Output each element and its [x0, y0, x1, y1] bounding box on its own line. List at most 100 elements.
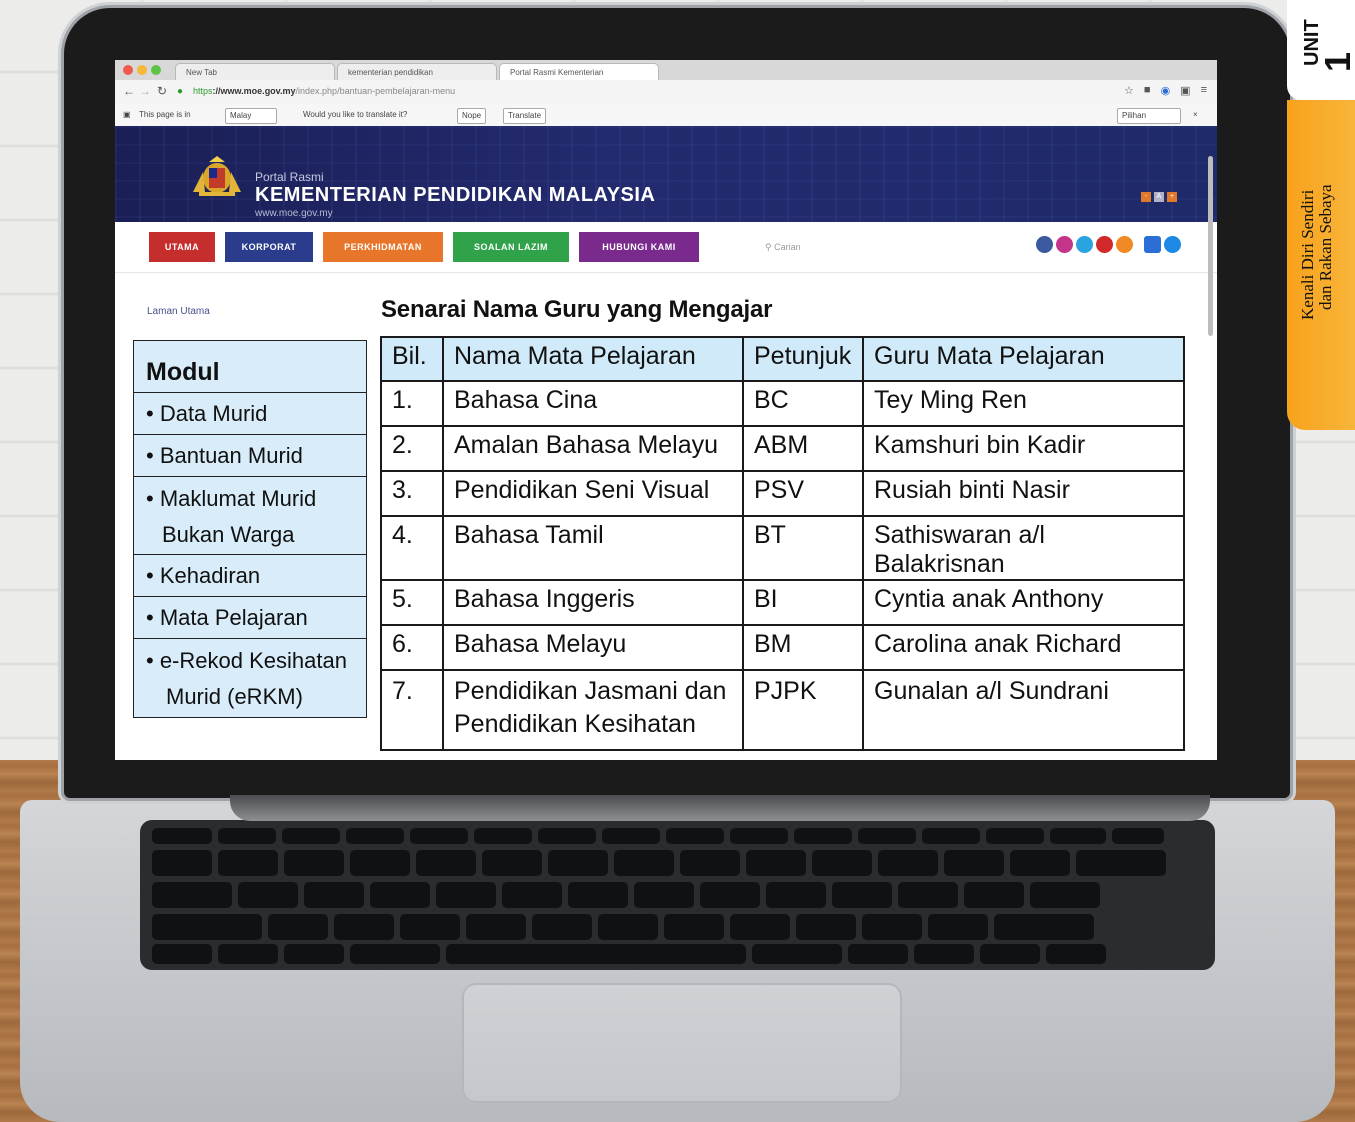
main-nav: UTAMA KORPORAT PERKHIDMATAN SOALAN LAZIM… [115, 222, 1217, 273]
extension-icon[interactable]: ◉ [1161, 84, 1171, 97]
nav-utama[interactable]: UTAMA [149, 232, 215, 262]
cell-subject: Bahasa Inggeris [442, 579, 744, 626]
cell-bil: 1. [380, 380, 444, 427]
menu-icon[interactable]: ≡ [1201, 84, 1207, 97]
ministry-name: KEMENTERIAN PENDIDIKAN MALAYSIA [255, 184, 656, 206]
page-scrollbar[interactable] [1208, 156, 1213, 336]
table-row: 7. Pendidikan Jasmani dan Pendidikan Kesi… [380, 669, 1185, 751]
translate-icon: ▣ [123, 110, 131, 119]
youtube-icon[interactable] [1096, 236, 1113, 253]
extension-icon[interactable]: ■ [1144, 84, 1151, 97]
browser-window: New Tab kementerian pendidikan Portal Ra… [115, 60, 1217, 760]
table-header-row: Bil. Nama Mata Pelajaran Petunjuk Guru M… [380, 336, 1185, 382]
modul-panel: Modul • Data Murid • Bantuan Murid • Mak… [133, 340, 367, 718]
window-controls [123, 65, 161, 75]
instagram-icon[interactable] [1056, 236, 1073, 253]
modul-item-mata-pelajaran[interactable]: • Mata Pelajaran [134, 597, 366, 639]
modul-item-label: • e-Rekod Kesihatan [146, 648, 347, 673]
unit-number: 1 [1317, 51, 1355, 72]
cell-bil: 6. [380, 624, 444, 671]
site-url: www.moe.gov.my [255, 208, 333, 219]
tab-label: kementerian pendidikan [348, 68, 433, 77]
forward-arrow-icon[interactable]: → [139, 84, 151, 98]
laptop-hinge [230, 795, 1210, 821]
unit-tab: UNIT 1 Kenali Diri Sendiri dan Rakan Seb… [1287, 0, 1355, 430]
portal-label: Portal Rasmi [255, 170, 324, 184]
cell-code: BC [742, 380, 864, 427]
twitter-icon[interactable] [1076, 236, 1093, 253]
modul-item-data-murid[interactable]: • Data Murid [134, 393, 366, 435]
table-row: 4. Bahasa Tamil BT Sathiswaran a/l Balak… [380, 515, 1185, 581]
rss-icon[interactable] [1116, 236, 1133, 253]
address-bar: ← → ↻ ● https://www.moe.gov.my/index.php… [115, 80, 1217, 105]
cell-teacher: Tey Ming Ren [862, 380, 1185, 427]
cell-subject: Amalan Bahasa Melayu [442, 425, 744, 472]
tab-moe-portal[interactable]: Portal Rasmi Kementerian [499, 63, 659, 80]
translate-question: Would you like to translate it? [303, 110, 408, 119]
translate-button[interactable]: Translate [503, 108, 547, 124]
url-host: ://www.moe.gov.my [212, 86, 296, 96]
header-teacher: Guru Mata Pelajaran [862, 336, 1185, 382]
cell-bil: 7. [380, 669, 444, 751]
search-input[interactable]: ⚲ Carian [765, 242, 801, 253]
cell-subject: Bahasa Tamil [442, 515, 744, 581]
cell-code: BI [742, 579, 864, 626]
nav-soalan-lazim[interactable]: SOALAN LAZIM [453, 232, 569, 262]
modul-item-erkm[interactable]: • e-Rekod Kesihatan Murid (eRKM) [134, 639, 366, 717]
url-scheme: https [193, 86, 213, 96]
search-icon: ⚲ [765, 242, 772, 252]
tab-search[interactable]: kementerian pendidikan [337, 63, 497, 80]
facebook-icon[interactable] [1036, 236, 1053, 253]
nope-button[interactable]: Nope [457, 108, 487, 124]
close-icon[interactable]: × [1193, 108, 1198, 122]
table-row: 6. Bahasa Melayu BM Carolina anak Richar… [380, 624, 1185, 671]
cell-teacher: Gunalan a/l Sundrani [862, 669, 1185, 751]
cell-subject: Bahasa Melayu [442, 624, 744, 671]
bookmark-star-icon[interactable]: ☆ [1124, 84, 1134, 97]
cell-code: BT [742, 515, 864, 581]
minimize-window-icon[interactable] [137, 65, 147, 75]
modul-item-bantuan-murid[interactable]: • Bantuan Murid [134, 435, 366, 477]
unit-title-line2: dan Rakan Sebaya [1316, 184, 1335, 310]
nav-perkhidmatan[interactable]: PERKHIDMATAN [323, 232, 443, 262]
cell-subject-line2: Pendidikan Kesihatan [454, 710, 696, 738]
zoom-window-icon[interactable] [151, 65, 161, 75]
font-reset-button[interactable]: A [1154, 192, 1164, 202]
search-placeholder: Carian [774, 242, 801, 252]
outlook-icon[interactable] [1144, 236, 1161, 253]
font-increase-button[interactable]: + [1167, 192, 1177, 202]
modul-item-kehadiran[interactable]: • Kehadiran [134, 555, 366, 597]
url-input[interactable]: https://www.moe.gov.my/index.php/bantuan… [193, 83, 1093, 100]
modul-item-label: • Bantuan Murid [146, 443, 303, 468]
cell-code: PSV [742, 470, 864, 517]
cell-subject: Bahasa Cina [442, 380, 744, 427]
tab-bar: New Tab kementerian pendidikan Portal Ra… [115, 60, 1217, 81]
close-window-icon[interactable] [123, 65, 133, 75]
language-select[interactable]: Malay [225, 108, 277, 124]
modul-item-label: • Kehadiran [146, 563, 261, 588]
modul-item-label-line2: Bukan Warga [162, 522, 295, 547]
reload-icon[interactable]: ↻ [157, 84, 167, 98]
malaysia-crest-icon [193, 156, 241, 196]
nav-korporat[interactable]: KORPORAT [225, 232, 313, 262]
cell-code: BM [742, 624, 864, 671]
table-row: 3. Pendidikan Seni Visual PSV Rusiah bin… [380, 470, 1185, 517]
translate-icon[interactable]: ▣ [1180, 84, 1190, 97]
cell-bil: 5. [380, 579, 444, 626]
unit-title-line1: Kenali Diri Sendiri [1298, 189, 1317, 320]
cell-bil: 2. [380, 425, 444, 472]
breadcrumb[interactable]: Laman Utama [147, 306, 210, 317]
options-button[interactable]: Pilihan [1117, 108, 1181, 124]
tab-new-tab[interactable]: New Tab [175, 63, 335, 80]
font-decrease-button[interactable]: - [1141, 192, 1151, 202]
nav-hubungi-kami[interactable]: HUBUNGI KAMI [579, 232, 699, 262]
laptop-keyboard [140, 820, 1215, 970]
cell-subject: Pendidikan Seni Visual [442, 470, 744, 517]
teacher-table: Bil. Nama Mata Pelajaran Petunjuk Guru M… [380, 336, 1185, 751]
back-arrow-icon[interactable]: ← [123, 84, 135, 98]
google-drive-icon[interactable] [1164, 236, 1181, 253]
cell-teacher: Kamshuri bin Kadir [862, 425, 1185, 472]
cell-code: PJPK [742, 669, 864, 751]
modul-item-maklumat-murid[interactable]: • Maklumat Murid Bukan Warga [134, 477, 366, 555]
lock-icon: ● [177, 86, 184, 97]
